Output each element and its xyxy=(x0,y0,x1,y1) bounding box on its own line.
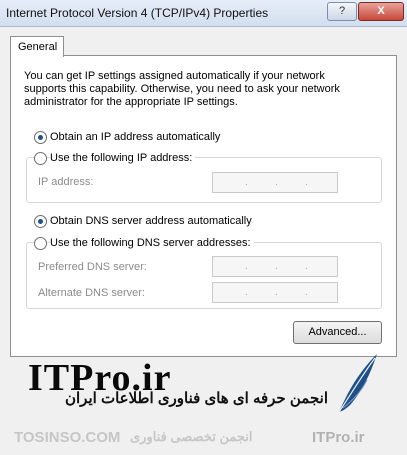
persian-tagline: انجمن حرفه ای های فناوری اطلاعات ایران xyxy=(64,390,328,407)
ip-manual-label[interactable]: Use the following IP address: xyxy=(50,152,196,164)
close-button[interactable]: X xyxy=(358,2,404,21)
alternate-dns-label: Alternate DNS server: xyxy=(38,287,145,299)
description-text: You can get IP settings assigned automat… xyxy=(24,70,340,108)
dns-auto-label[interactable]: Obtain DNS server address automatically xyxy=(50,215,252,227)
alternate-dns-field: ... xyxy=(212,282,338,303)
ip-manual-radio[interactable] xyxy=(34,152,47,165)
feather-icon xyxy=(338,354,377,413)
dns-manual-radio[interactable] xyxy=(34,237,47,250)
tab-general[interactable]: General xyxy=(10,36,64,57)
advanced-button[interactable]: Advanced... xyxy=(293,321,382,344)
help-button[interactable]: ? xyxy=(327,2,357,21)
footer-site-right: ITPro.ir xyxy=(312,429,365,446)
footer-site-left: TOSINSO.COM xyxy=(14,429,121,446)
dns-manual-label[interactable]: Use the following DNS server addresses: xyxy=(50,237,254,249)
ip-address-label: IP address: xyxy=(38,176,94,188)
ip-auto-label[interactable]: Obtain an IP address automatically xyxy=(50,131,220,143)
watermark-footer: TOSINSO.COM انجمن تخصصی فناوری ITPro.ir xyxy=(0,422,407,455)
title-bar: Internet Protocol Version 4 (TCP/IPv4) P… xyxy=(0,0,407,27)
preferred-dns-label: Preferred DNS server: xyxy=(38,261,147,273)
footer-persian: انجمن تخصصی فناوری xyxy=(130,429,253,444)
window-title: Internet Protocol Version 4 (TCP/IPv4) P… xyxy=(6,6,269,20)
ip-auto-radio[interactable] xyxy=(34,131,47,144)
ip-address-field: ... xyxy=(212,172,338,193)
preferred-dns-field: ... xyxy=(212,256,338,277)
tab-general-label: General xyxy=(18,41,58,53)
dns-auto-radio[interactable] xyxy=(34,215,47,228)
